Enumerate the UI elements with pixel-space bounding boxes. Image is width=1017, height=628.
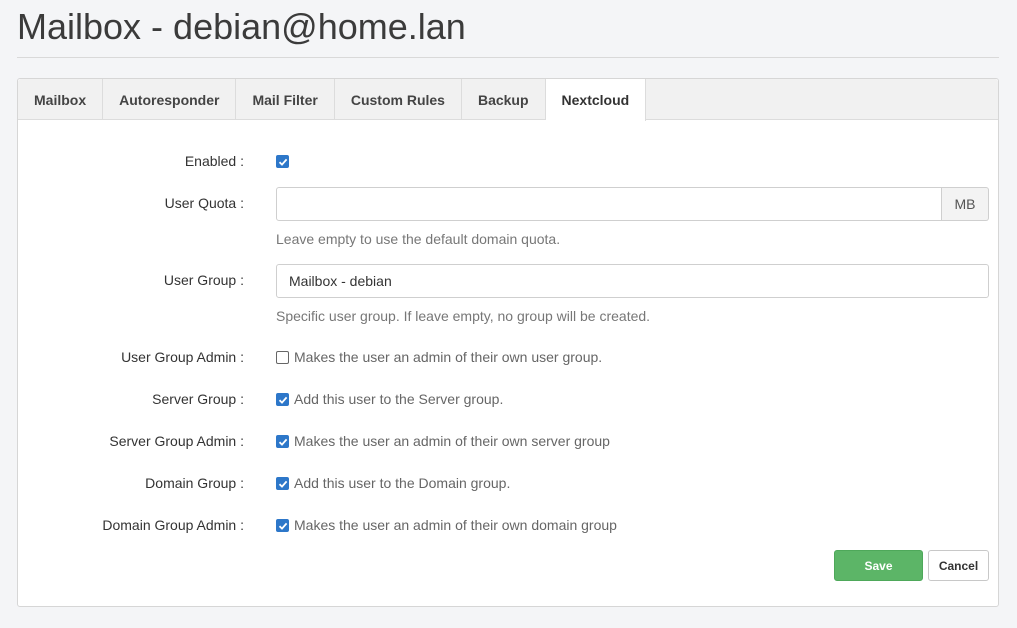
domain-group-label: Domain Group : xyxy=(145,475,244,491)
check-icon xyxy=(278,438,287,446)
domain-group-admin-checkbox[interactable] xyxy=(276,519,289,532)
tab-autoresponder[interactable]: Autoresponder xyxy=(103,79,237,120)
tab-custom-rules[interactable]: Custom Rules xyxy=(335,79,462,120)
page-title: Mailbox - debian@home.lan xyxy=(17,6,466,47)
domain-group-text: Add this user to the Domain group. xyxy=(294,475,511,491)
title-divider xyxy=(17,57,999,58)
server-group-label: Server Group : xyxy=(152,391,244,407)
server-group-admin-checkbox[interactable] xyxy=(276,435,289,448)
user-group-help: Specific user group. If leave empty, no … xyxy=(276,308,651,324)
server-group-admin-text: Makes the user an admin of their own ser… xyxy=(294,433,610,449)
tab-mail-filter[interactable]: Mail Filter xyxy=(236,79,335,120)
mailbox-panel: Mailbox Autoresponder Mail Filter Custom… xyxy=(17,78,999,607)
server-group-checkbox[interactable] xyxy=(276,393,289,406)
tab-mailbox[interactable]: Mailbox xyxy=(18,79,104,120)
check-icon xyxy=(278,480,287,488)
server-group-admin-label: Server Group Admin : xyxy=(109,433,244,449)
server-group-text: Add this user to the Server group. xyxy=(294,391,504,407)
user-quota-help: Leave empty to use the default domain qu… xyxy=(276,231,561,247)
check-icon xyxy=(278,396,287,404)
domain-group-checkbox[interactable] xyxy=(276,477,289,490)
domain-group-admin-label: Domain Group Admin : xyxy=(102,517,244,533)
user-group-admin-text: Makes the user an admin of their own use… xyxy=(294,349,603,365)
check-icon xyxy=(278,158,287,166)
user-group-input[interactable] xyxy=(276,264,989,298)
check-icon xyxy=(278,522,287,530)
user-quota-input[interactable] xyxy=(276,187,942,221)
user-group-admin-checkbox[interactable] xyxy=(276,351,289,364)
user-group-admin-label: User Group Admin : xyxy=(121,349,244,365)
tab-bar: Mailbox Autoresponder Mail Filter Custom… xyxy=(18,79,998,121)
tab-nextcloud[interactable]: Nextcloud xyxy=(545,79,647,121)
enabled-label: Enabled : xyxy=(184,153,244,169)
save-button[interactable]: Save xyxy=(834,550,923,581)
cancel-button[interactable]: Cancel xyxy=(928,550,989,581)
user-quota-unit: MB xyxy=(942,187,989,221)
tab-backup[interactable]: Backup xyxy=(462,79,546,120)
user-quota-label: User Quota : xyxy=(164,195,244,211)
domain-group-admin-text: Makes the user an admin of their own dom… xyxy=(294,517,617,533)
user-group-label: User Group : xyxy=(163,272,244,288)
enabled-checkbox[interactable] xyxy=(276,155,289,168)
